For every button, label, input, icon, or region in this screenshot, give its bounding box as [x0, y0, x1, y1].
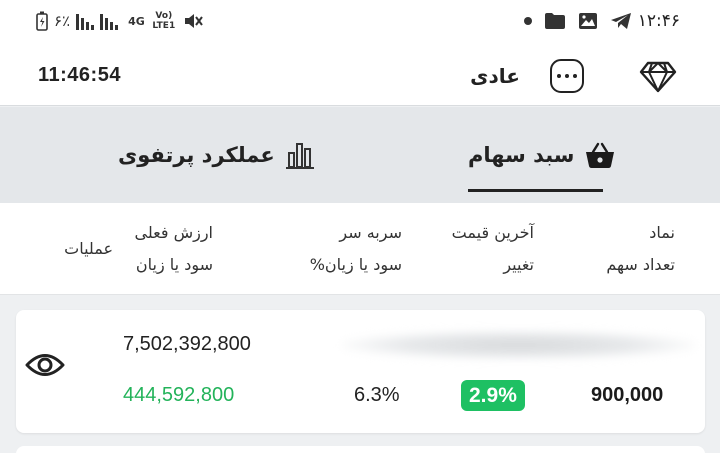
- more-options-button[interactable]: [550, 59, 584, 93]
- holding-card[interactable]: 7,502,392,800 444,592,800 6.3% 2.9% 900,…: [16, 310, 705, 433]
- header-breakeven: سربه سر: [339, 223, 402, 242]
- tab-portfolio-performance[interactable]: عملکرد پرتفوی: [118, 135, 315, 175]
- basket-icon: [586, 142, 615, 168]
- active-tab-indicator: [468, 189, 603, 192]
- folder-icon: [545, 13, 565, 29]
- status-bar: ۶٪ 4G Vo) LTE1 ۱۲:۴۶: [0, 0, 720, 44]
- current-value: 7,502,392,800: [123, 333, 251, 355]
- eye-icon[interactable]: [25, 348, 65, 382]
- mode-label[interactable]: عادی: [470, 64, 520, 88]
- profit-loss-percent: 6.3%: [354, 384, 400, 406]
- profit-loss-value: 444,592,800: [123, 384, 235, 406]
- tab-stock-basket[interactable]: سبد سهام: [468, 135, 616, 175]
- signal-icon: [76, 14, 119, 30]
- app-header: 11:46:54 عادی: [0, 44, 720, 106]
- share-count: 900,000: [591, 384, 664, 406]
- header-share-count: تعداد سهم: [606, 255, 675, 274]
- tab-bar: عملکرد پرتفوی سبد سهام: [0, 107, 720, 203]
- telegram-icon: [611, 13, 631, 29]
- column-headers: نماد تعداد سهم آخرین قیمت تغییر سربه سر …: [0, 203, 720, 295]
- status-time: ۱۲:۴۶: [637, 11, 680, 31]
- network-type: 4G: [128, 14, 145, 28]
- header-symbol: نماد: [649, 223, 675, 242]
- blurred-symbol: [341, 330, 696, 360]
- header-change: تغییر: [503, 255, 534, 274]
- more-dots-icon: [557, 74, 561, 78]
- more-dot: [573, 74, 577, 78]
- status-left-group: ۶٪ 4G Vo) LTE1: [36, 10, 203, 32]
- header-current-value: ارزش فعلی: [134, 223, 213, 242]
- header-actions: عملیات: [64, 239, 113, 258]
- header-pnl: سود یا زیان: [135, 255, 213, 274]
- header-pnl-percent: %سود یا زیان: [309, 255, 402, 274]
- diamond-icon[interactable]: [639, 58, 677, 94]
- battery-icon: [36, 11, 48, 31]
- mute-icon: [184, 14, 203, 28]
- next-holding-card: [16, 446, 705, 453]
- image-icon: [579, 13, 597, 29]
- more-dot: [565, 74, 569, 78]
- status-right-group: [524, 10, 632, 32]
- volte-indicator: Vo) LTE1: [152, 11, 176, 31]
- bar-chart-icon: [285, 143, 314, 169]
- battery-percent: ۶٪: [54, 12, 71, 30]
- price-change-badge: 2.9%: [461, 380, 525, 411]
- market-clock: 11:46:54: [38, 64, 121, 86]
- tab-performance-label: عملکرد پرتفوی: [118, 143, 275, 167]
- tab-basket-label: سبد سهام: [468, 143, 575, 167]
- dot-icon: [524, 17, 532, 25]
- header-last-price: آخرین قیمت: [451, 223, 534, 242]
